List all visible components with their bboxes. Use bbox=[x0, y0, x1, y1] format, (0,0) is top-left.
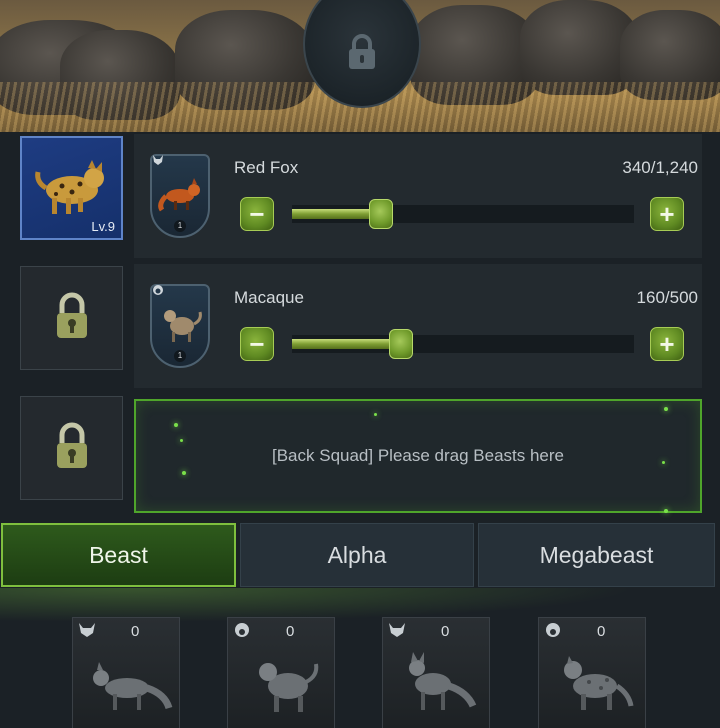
quantity-slider[interactable] bbox=[292, 199, 634, 229]
wolf-head-icon bbox=[78, 622, 96, 643]
increase-button[interactable]: + bbox=[650, 327, 684, 361]
squad-row-macaque: 1 Macaque 160/500 − + bbox=[134, 264, 702, 388]
shield-number: 1 bbox=[174, 350, 186, 362]
slider-fill bbox=[292, 339, 402, 349]
sparkle bbox=[180, 439, 183, 442]
minus-icon: − bbox=[249, 329, 265, 359]
slider-handle[interactable] bbox=[389, 329, 414, 359]
tab-megabeast[interactable]: Megabeast bbox=[478, 523, 715, 587]
sparkle bbox=[662, 461, 665, 464]
slider-fill bbox=[292, 209, 381, 219]
beast-card[interactable]: 0 bbox=[538, 617, 646, 728]
wolf-head-icon bbox=[388, 622, 406, 643]
quantity-slider[interactable] bbox=[292, 329, 634, 359]
beast-card[interactable]: 0 bbox=[72, 617, 180, 728]
beast-shield-macaque[interactable]: 1 bbox=[150, 284, 210, 368]
squad-row-red-fox: 1 Red Fox 340/1,240 − + bbox=[134, 134, 702, 258]
tab-beast[interactable]: Beast bbox=[1, 523, 236, 587]
beast-card[interactable]: 0 bbox=[382, 617, 490, 728]
hero-banner bbox=[0, 0, 720, 132]
beast-count: 160/500 bbox=[636, 288, 698, 307]
decrease-button[interactable]: − bbox=[240, 327, 274, 361]
monkey-head-icon bbox=[233, 622, 251, 643]
increase-button[interactable]: + bbox=[650, 197, 684, 231]
jackal-silhouette bbox=[409, 652, 477, 710]
beast-shield-red-fox[interactable]: 1 bbox=[150, 154, 210, 238]
locked-slot[interactable] bbox=[20, 396, 123, 500]
sparkle bbox=[174, 423, 178, 427]
beast-card-count: 0 bbox=[286, 623, 295, 640]
padlock-icon bbox=[345, 33, 379, 76]
locked-slot[interactable] bbox=[20, 266, 123, 370]
tab-label: Megabeast bbox=[539, 541, 654, 568]
back-squad-drop-zone[interactable]: [Back Squad] Please drag Beasts here bbox=[134, 399, 702, 513]
beast-name: Macaque bbox=[234, 288, 304, 307]
tab-alpha[interactable]: Alpha bbox=[240, 523, 474, 587]
wildcat-silhouette bbox=[564, 656, 634, 710]
beast-card-count: 0 bbox=[441, 623, 450, 640]
shield-number: 1 bbox=[174, 220, 186, 232]
beast-card[interactable]: 0 bbox=[227, 617, 335, 728]
plus-icon: + bbox=[659, 329, 675, 359]
padlock-icon bbox=[52, 291, 92, 346]
macaque-icon bbox=[164, 310, 202, 342]
beast-count: 340/1,240 bbox=[622, 158, 698, 177]
wolf-badge-icon bbox=[152, 154, 164, 168]
plus-icon: + bbox=[659, 199, 675, 229]
monkey-badge-icon bbox=[152, 284, 164, 298]
monkey-head-icon bbox=[544, 622, 562, 643]
beast-card-count: 0 bbox=[597, 623, 606, 640]
red-fox-icon bbox=[158, 178, 200, 212]
slider-handle[interactable] bbox=[368, 199, 393, 229]
leader-beast-slot[interactable]: Lv.9 bbox=[20, 136, 123, 240]
tab-label: Beast bbox=[89, 541, 148, 568]
macaque-silhouette bbox=[259, 663, 319, 712]
tab-label: Alpha bbox=[327, 541, 387, 568]
padlock-icon bbox=[52, 421, 92, 476]
decrease-button[interactable]: − bbox=[240, 197, 274, 231]
back-squad-message: [Back Squad] Please drag Beasts here bbox=[271, 446, 564, 465]
beast-name: Red Fox bbox=[234, 158, 299, 177]
fox-silhouette bbox=[93, 662, 173, 710]
leopard-cat-portrait bbox=[32, 154, 112, 223]
leader-level: Lv.9 bbox=[91, 219, 115, 234]
sparkle bbox=[182, 471, 186, 475]
sparkle bbox=[664, 407, 668, 411]
minus-icon: − bbox=[249, 199, 265, 229]
sparkle bbox=[374, 413, 377, 416]
beast-card-count: 0 bbox=[131, 623, 140, 640]
sparkle bbox=[664, 509, 668, 513]
